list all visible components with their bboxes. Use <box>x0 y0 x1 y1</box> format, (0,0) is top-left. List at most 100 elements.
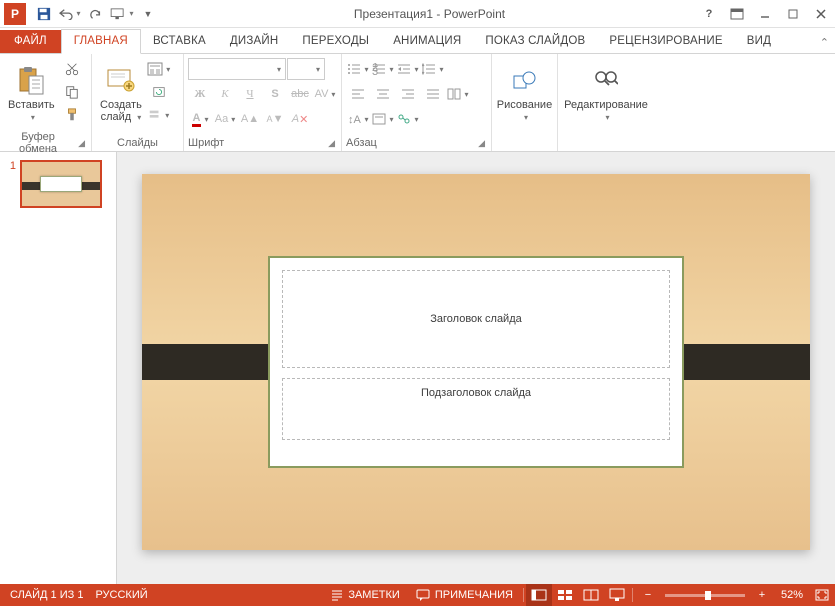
grow-font-button[interactable]: A▲ <box>238 108 262 130</box>
font-color-button[interactable]: A▾ <box>188 108 212 130</box>
help-button[interactable]: ? <box>695 3 723 25</box>
tab-home[interactable]: ГЛАВНАЯ <box>61 29 141 54</box>
slide-editor[interactable]: Заголовок слайда Подзаголовок слайда <box>117 152 835 584</box>
format-painter-button[interactable] <box>60 104 84 126</box>
thumbnail-preview[interactable] <box>20 160 102 208</box>
minimize-button[interactable] <box>751 3 779 25</box>
customize-qat-button[interactable]: ▼ <box>136 3 160 25</box>
smartart-button[interactable]: ▾ <box>396 108 420 130</box>
workspace: 1 Заголовок слайда Подзаголовок слайда <box>0 152 835 584</box>
underline-button[interactable]: Ч <box>238 83 262 105</box>
slide-sorter-view-button[interactable] <box>552 584 578 606</box>
tab-slideshow[interactable]: ПОКАЗ СЛАЙДОВ <box>473 30 597 53</box>
tab-view[interactable]: ВИД <box>735 30 783 53</box>
fit-to-window-button[interactable] <box>809 584 835 606</box>
drawing-button[interactable]: Рисование▾ <box>496 56 553 132</box>
text-direction-button[interactable]: ↕A▾ <box>346 108 370 130</box>
zoom-slider-thumb[interactable] <box>705 591 711 600</box>
editing-button[interactable]: Редактирование▾ <box>562 56 650 132</box>
dialog-launcher-icon[interactable]: ◢ <box>76 138 87 149</box>
tab-insert[interactable]: ВСТАВКА <box>141 30 218 53</box>
title-placeholder-text: Заголовок слайда <box>430 313 522 325</box>
clear-formatting-button[interactable]: A✕ <box>288 108 312 130</box>
zoom-in-button[interactable]: + <box>749 584 775 606</box>
tab-animations[interactable]: АНИМАЦИЯ <box>381 30 473 53</box>
section-button[interactable]: ▾ <box>147 104 171 126</box>
zoom-slider[interactable] <box>665 594 745 597</box>
new-slide-icon <box>105 65 137 97</box>
group-font-label: Шрифт <box>188 137 224 149</box>
comments-icon <box>416 589 430 601</box>
chevron-down-icon: ▾ <box>31 113 35 122</box>
font-size-combo[interactable]: ▾ <box>287 58 325 80</box>
language-indicator[interactable]: РУССКИЙ <box>95 589 147 601</box>
tab-transitions[interactable]: ПЕРЕХОДЫ <box>290 30 381 53</box>
bold-button[interactable]: Ж <box>188 83 212 105</box>
notes-icon <box>331 589 343 601</box>
group-clipboard: Вставить▾ Буфер обмена◢ <box>0 54 92 151</box>
line-spacing-button[interactable]: ▾ <box>421 58 445 80</box>
chevron-down-icon: ▾ <box>524 113 528 122</box>
shrink-font-button[interactable]: A▼ <box>263 108 287 130</box>
group-paragraph-label: Абзац <box>346 137 377 149</box>
columns-button[interactable]: ▾ <box>446 83 470 105</box>
app-icon: P <box>4 3 26 25</box>
close-button[interactable] <box>807 3 835 25</box>
slideshow-view-button[interactable] <box>604 584 630 606</box>
align-center-button[interactable] <box>371 83 395 105</box>
group-drawing: Рисование▾ <box>492 54 558 151</box>
strikethrough-button[interactable]: abc <box>288 83 312 105</box>
maximize-button[interactable] <box>779 3 807 25</box>
justify-button[interactable] <box>421 83 445 105</box>
cut-button[interactable] <box>60 58 84 80</box>
window-title: Презентация1 - PowerPoint <box>164 7 695 21</box>
copy-button[interactable] <box>60 81 84 103</box>
zoom-out-button[interactable]: − <box>635 584 661 606</box>
reading-view-button[interactable] <box>578 584 604 606</box>
svg-text:1: 1 <box>372 63 378 70</box>
paste-button[interactable]: Вставить▾ <box>4 56 59 132</box>
normal-view-button[interactable] <box>526 584 552 606</box>
new-slide-button[interactable]: Создать слайд ▾ <box>96 56 146 132</box>
layout-button[interactable]: ▾ <box>147 58 171 80</box>
start-from-beginning-button[interactable]: ▾ <box>110 3 134 25</box>
shadow-button[interactable]: S <box>263 83 287 105</box>
align-left-button[interactable] <box>346 83 370 105</box>
ribbon-display-options[interactable] <box>723 3 751 25</box>
title-placeholder[interactable]: Заголовок слайда <box>282 270 670 368</box>
align-text-button[interactable]: ▾ <box>371 108 395 130</box>
decrease-indent-button[interactable]: ▾ <box>396 58 420 80</box>
save-button[interactable] <box>32 3 56 25</box>
comments-button[interactable]: ПРИМЕЧАНИЯ <box>408 584 521 606</box>
paste-icon <box>15 65 47 97</box>
italic-button[interactable]: К <box>213 83 237 105</box>
reset-button[interactable] <box>147 81 171 103</box>
change-case-button[interactable]: Aa▾ <box>213 108 237 130</box>
bullets-button[interactable]: ▾ <box>346 58 370 80</box>
slide-thumbnails-panel[interactable]: 1 <box>0 152 117 584</box>
new-slide-label: Создать слайд <box>100 99 142 123</box>
numbering-button[interactable]: 123▾ <box>371 58 395 80</box>
group-slides: Создать слайд ▾ ▾ ▾ Слайды <box>92 54 184 151</box>
ribbon: Вставить▾ Буфер обмена◢ Создать слайд ▾ … <box>0 54 835 152</box>
comments-label: ПРИМЕЧАНИЯ <box>435 589 513 601</box>
tab-file[interactable]: ФАЙЛ <box>0 30 61 53</box>
undo-button[interactable]: ▾ <box>58 3 82 25</box>
dialog-launcher-icon[interactable]: ◢ <box>476 138 487 149</box>
slide-counter[interactable]: СЛАЙД 1 ИЗ 1 <box>10 589 83 601</box>
redo-button[interactable] <box>84 3 108 25</box>
dialog-launcher-icon[interactable]: ◢ <box>326 138 337 149</box>
window-controls: ? <box>695 0 835 27</box>
group-slides-label: Слайды <box>117 137 158 149</box>
subtitle-placeholder[interactable]: Подзаголовок слайда <box>282 378 670 440</box>
zoom-level[interactable]: 52% <box>775 584 809 606</box>
slide-thumbnail[interactable]: 1 <box>6 160 110 208</box>
notes-button[interactable]: ЗАМЕТКИ <box>323 584 408 606</box>
collapse-ribbon-button[interactable]: ⌃ <box>814 32 835 53</box>
align-right-button[interactable] <box>396 83 420 105</box>
tab-design[interactable]: ДИЗАЙН <box>218 30 290 53</box>
slide-canvas[interactable]: Заголовок слайда Подзаголовок слайда <box>142 174 810 550</box>
character-spacing-button[interactable]: AV▾ <box>313 83 337 105</box>
tab-review[interactable]: РЕЦЕНЗИРОВАНИЕ <box>597 30 734 53</box>
font-family-combo[interactable]: ▾ <box>188 58 286 80</box>
